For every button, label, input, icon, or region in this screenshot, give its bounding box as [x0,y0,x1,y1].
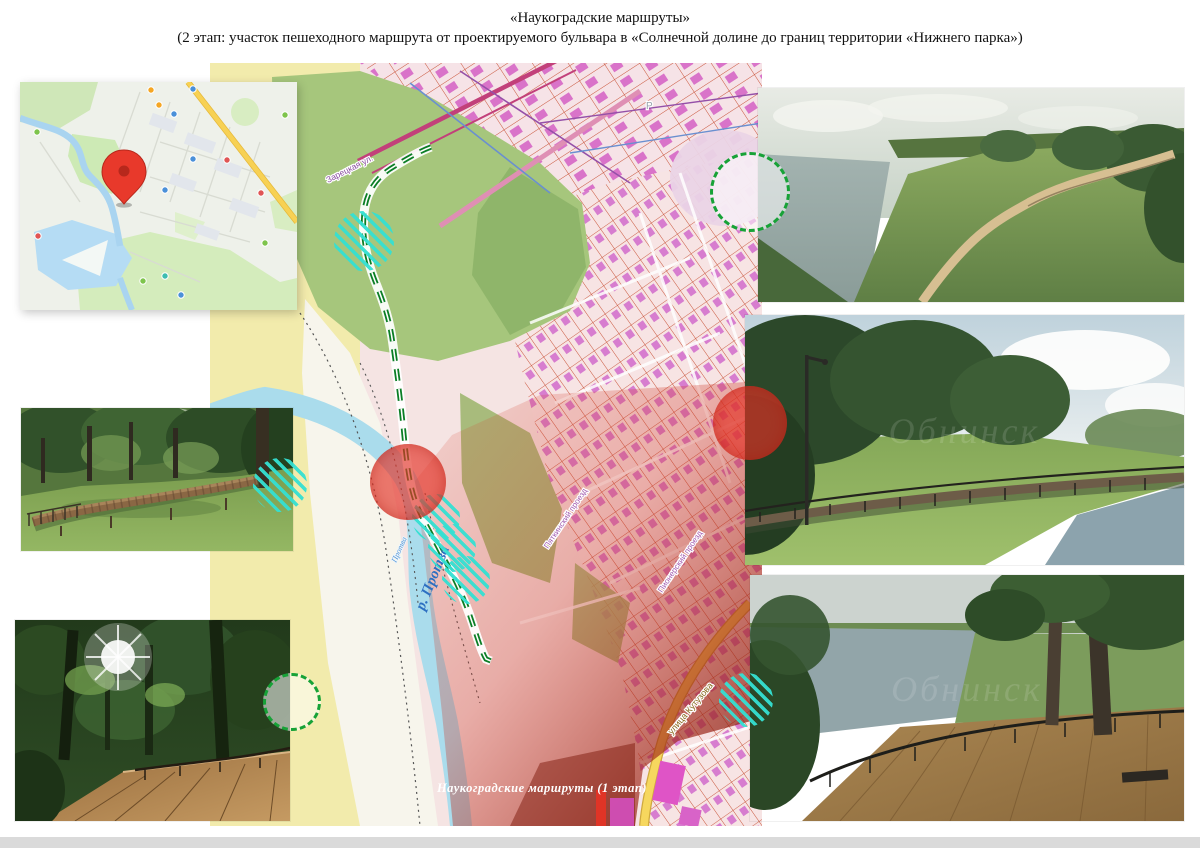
photo-middle-right-art [745,315,1184,565]
photo-bottom-left-art [15,620,290,821]
highlight-zone-marker [442,556,490,604]
viewpoint-circle-marker [263,673,321,731]
page-bottom-edge [0,837,1200,848]
page-title: «Наукоградские маршруты» (2 этап: участо… [0,8,1200,48]
viewpoint-circle-marker [710,152,790,232]
highlight-zone-marker [253,458,307,512]
stage1-area-label: Наукоградские маршруты (1 этап) [436,781,647,795]
attention-zone-marker [370,444,446,520]
photo-deck-platform-render: Обнинск [750,575,1184,821]
photo-middle-left-art [21,408,293,551]
photo-forest-boardwalk-render [15,620,290,821]
attention-zone-marker [713,386,787,460]
photo-walkway-lakeside-render [758,88,1184,302]
project-board-page: «Наукоградские маршруты» (2 этап: участо… [0,0,1200,848]
title-line-2: (2 этап: участок пешеходного маршрута от… [0,28,1200,48]
photo-bridge-walkway-render: Обнинск [745,315,1184,565]
photo-bottom-right-art [750,575,1184,821]
photo-park-boardwalk-render [21,408,293,551]
location-inset-art [20,82,297,310]
photo-top-right-art [758,88,1184,302]
highlight-zone-marker [719,673,773,727]
title-line-1: «Наукоградские маршруты» [0,8,1200,28]
location-inset-map [20,82,297,310]
highlight-zone-marker [334,211,394,271]
parking-label: Р [646,101,653,112]
